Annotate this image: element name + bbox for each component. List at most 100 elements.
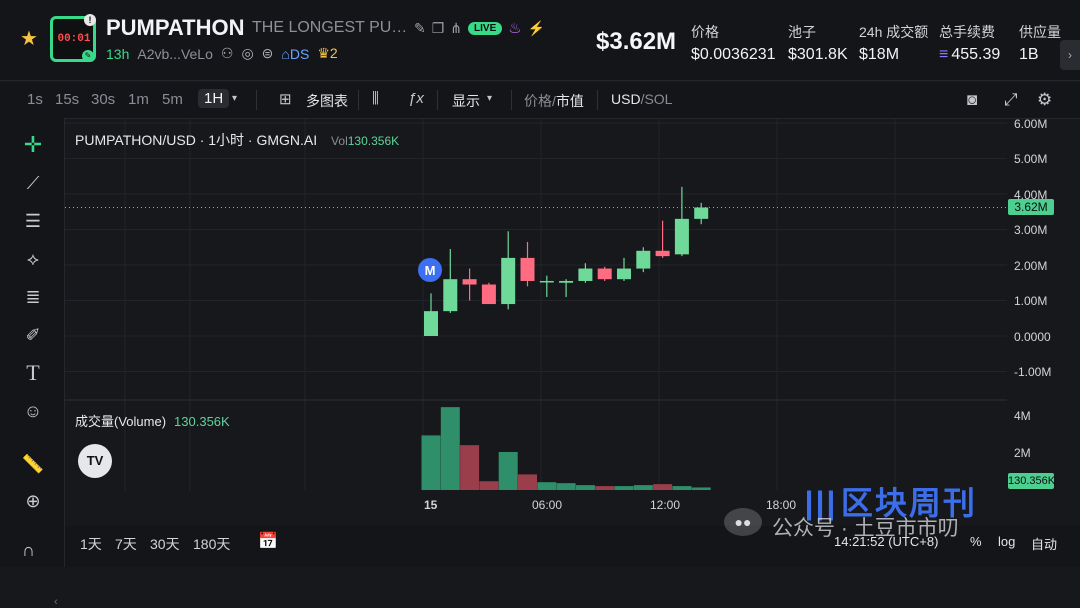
drawing-toolbar: ✛ ⟋ ☰ ⟡ ≣ ✐ T ☺ 📏 ⊕ ‹ <box>0 118 65 608</box>
calendar-icon[interactable]: 📅 <box>258 531 278 551</box>
y-axis-tick: -1.00M <box>1014 365 1052 379</box>
current-volume-tag: 130.356K <box>1008 473 1056 489</box>
timeframe-dropdown-icon[interactable]: ▾ <box>232 93 237 104</box>
favorite-star-icon[interactable]: ★ <box>20 28 42 50</box>
expand-panel-chevron-icon[interactable]: › <box>1060 40 1080 70</box>
holders-icon[interactable]: ⚇ <box>221 45 234 62</box>
timeframe-1h[interactable]: 1H <box>198 89 230 108</box>
magnet-icon[interactable]: ∩ <box>22 540 35 561</box>
trend-line-icon[interactable]: ⟋ <box>20 170 46 196</box>
avatar-timer: 00:01 <box>57 33 91 45</box>
migration-marker-label: M <box>425 263 436 278</box>
x-axis-tick: 15 <box>424 498 438 512</box>
y-axis-tick: 5.00M <box>1014 152 1048 166</box>
timeframe-1s[interactable]: 1s <box>27 91 43 108</box>
multi-chart-button[interactable]: 多图表 <box>306 91 348 111</box>
dexscreener-label: DS <box>289 45 310 62</box>
current-price-tag: 3.62M <box>1008 199 1054 215</box>
token-age: 13h <box>106 45 130 62</box>
contract-address[interactable]: A2vb...VeLo <box>137 46 213 62</box>
volume-axis-tick: 2M <box>1014 446 1031 460</box>
range-180d[interactable]: 180天 <box>193 534 230 554</box>
dexscreener-link[interactable]: ⌂DS <box>281 46 309 62</box>
range-30d[interactable]: 30天 <box>150 534 180 554</box>
website-icon[interactable]: ◎ <box>241 45 253 62</box>
range-1d[interactable]: 1天 <box>80 534 102 554</box>
info-icon[interactable]: ! <box>84 14 96 26</box>
stat-value: 1B <box>1019 46 1039 63</box>
toolbar-divider <box>597 90 598 110</box>
text-tool-icon[interactable]: T <box>20 360 46 386</box>
horizontal-lines-icon[interactable]: ☰ <box>20 208 46 234</box>
volume-bar <box>691 487 711 490</box>
price-option[interactable]: 价格 <box>524 93 552 109</box>
sol-option[interactable]: SOL <box>644 91 672 107</box>
stat-supply: 供应量 1B <box>1019 22 1061 64</box>
candle-style-icon[interactable]: ⫼ <box>372 90 379 107</box>
volume-bar <box>421 435 441 490</box>
search-contract-icon[interactable]: ⊜ <box>262 45 274 62</box>
log-scale-toggle[interactable]: log <box>998 534 1015 549</box>
usd-option[interactable]: USD <box>611 91 641 107</box>
volume-bar <box>460 445 480 490</box>
stat-total-fees: 总手续费 ≡ 455.39 <box>939 22 1000 64</box>
dexscreener-icon: ⌂ <box>281 45 290 62</box>
timeframe-30s[interactable]: 30s <box>91 91 115 108</box>
timeframe-1m[interactable]: 1m <box>128 91 149 108</box>
collapse-toolbar-chevron-icon[interactable]: ‹ <box>54 596 58 608</box>
candle-body <box>578 268 593 281</box>
stat-label: 24h 成交额 <box>859 24 929 40</box>
ruler-icon[interactable]: 📏 <box>20 451 46 477</box>
percent-scale-toggle[interactable]: % <box>970 534 982 549</box>
timeframe-5m[interactable]: 5m <box>162 91 183 108</box>
settings-gear-icon[interactable]: ⚙ <box>1037 90 1052 110</box>
solana-icon: ≡ <box>939 46 949 63</box>
fib-levels-icon[interactable]: ≣ <box>20 284 46 310</box>
flame-icon: ♨ <box>508 20 522 37</box>
stat-pool: 池子 $301.8K <box>788 22 848 64</box>
chart-legend: PUMPATHON/USD · 1小时 · GMGN.AI Vol130.356… <box>75 130 399 150</box>
tradingview-logo[interactable]: TV <box>78 444 112 478</box>
volume-label: 成交量(Volume) <box>75 414 167 429</box>
top-holders-badge[interactable]: ♛2 <box>317 45 337 62</box>
pattern-icon[interactable]: ⟡ <box>20 246 46 272</box>
wechat-icon: ●● <box>724 508 762 536</box>
share-icon[interactable]: ⋔ <box>450 20 462 37</box>
volume-bar <box>672 486 692 490</box>
indicators-icon[interactable]: ƒx <box>408 90 424 107</box>
x-axis-tick: 18:00 <box>766 498 797 512</box>
volume-bar <box>498 451 518 490</box>
edit-avatar-icon[interactable]: ✎ <box>82 50 94 62</box>
timeframe-15s[interactable]: 15s <box>55 91 79 108</box>
y-axis-tick: 2.00M <box>1014 259 1048 273</box>
volume-bar <box>518 474 537 490</box>
copy-icon[interactable]: ❐ <box>432 20 445 37</box>
emoji-icon[interactable]: ☺ <box>20 398 46 424</box>
zoom-in-icon[interactable]: ⊕ <box>20 488 46 514</box>
range-7d[interactable]: 7天 <box>115 534 137 554</box>
price-chart[interactable]: M <box>65 119 1007 491</box>
display-chevron-down-icon[interactable]: ▾ <box>487 93 492 104</box>
auto-scale-toggle[interactable]: 自动 <box>1031 534 1057 553</box>
brush-icon[interactable]: ✐ <box>20 322 46 348</box>
volume-bar <box>556 483 576 490</box>
x-axis-tick: 12:00 <box>650 498 681 512</box>
candle-body <box>424 311 438 336</box>
edit-icon[interactable]: ✎ <box>414 20 426 37</box>
volume-legend: 成交量(Volume) 130.356K <box>75 411 230 430</box>
fullscreen-icon[interactable]: ⤢ <box>1004 90 1018 110</box>
mcap-option[interactable]: 市值 <box>556 93 584 109</box>
camera-icon[interactable]: ◙ <box>967 90 977 110</box>
crosshair-icon[interactable]: ✛ <box>20 132 46 158</box>
add-chart-icon[interactable]: ⊞ <box>279 90 292 108</box>
candle-body <box>636 250 651 269</box>
toolbar-divider <box>437 90 438 110</box>
crown-icon: ♛ <box>317 45 330 61</box>
display-dropdown[interactable]: 显示 <box>452 91 480 111</box>
candle-body <box>694 207 709 219</box>
price-mcap-toggle[interactable]: 价格/市值 <box>524 91 584 111</box>
currency-toggle[interactable]: USD/SOL <box>611 91 672 107</box>
volume-axis-tick: 4M <box>1014 409 1031 423</box>
candle-body <box>520 257 535 281</box>
bolt-icon: ⚡ <box>527 19 546 36</box>
